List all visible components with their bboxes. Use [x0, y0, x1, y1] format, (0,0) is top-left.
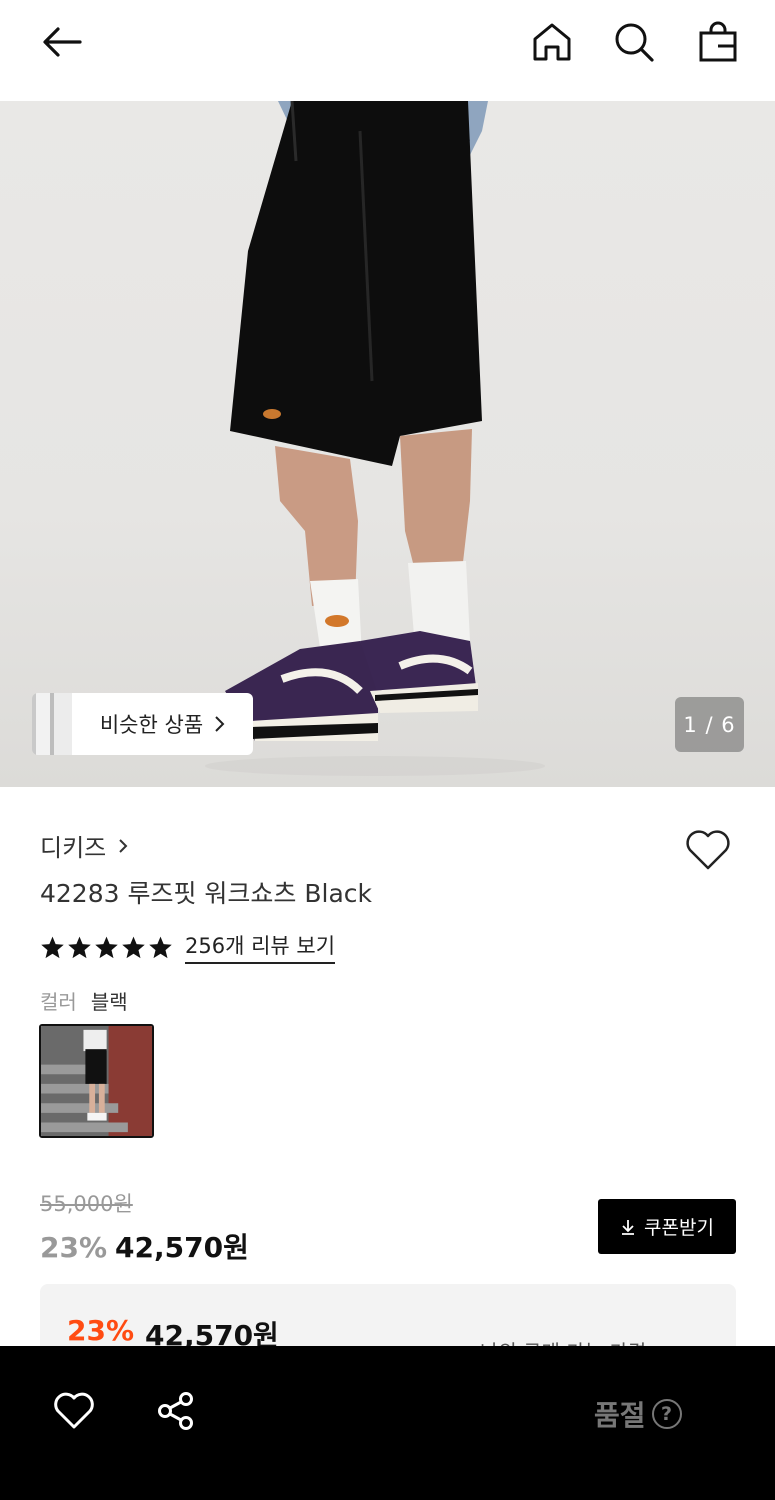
image-counter: 1 / 6	[675, 697, 744, 752]
sold-out-indicator: 품절 ?	[594, 1394, 682, 1434]
product-photo	[205, 101, 545, 776]
brand-name: 디키즈	[40, 834, 107, 862]
chevron-right-icon	[119, 838, 128, 853]
color-swatch-black[interactable]	[39, 1024, 154, 1138]
chevron-right-icon	[215, 716, 225, 732]
my-discount-percent: 23%	[67, 1314, 135, 1347]
similar-products-label: 비슷한 상품	[72, 693, 253, 755]
product-image-carousel[interactable]: 비슷한 상품 1 / 6	[0, 101, 775, 787]
brand-link[interactable]: 디키즈	[40, 828, 128, 863]
star-icon	[149, 936, 172, 958]
color-row: 컬러 블랙	[40, 986, 128, 1015]
color-label: 컬러	[40, 990, 77, 1014]
top-nav-bar	[0, 0, 775, 101]
star-icon	[41, 936, 64, 958]
sale-price: 42,570원	[115, 1231, 249, 1264]
swatch-thumbnail	[41, 1026, 152, 1136]
shopping-bag-icon[interactable]	[696, 20, 740, 64]
coupon-download-button[interactable]: 쿠폰받기	[598, 1199, 736, 1254]
color-value: 블랙	[90, 990, 128, 1014]
download-icon	[622, 1219, 635, 1235]
rating-row: 256개 리뷰 보기	[40, 930, 336, 964]
bottom-action-bar: 품절 ?	[0, 1346, 775, 1500]
similar-products-button[interactable]: 비슷한 상품	[32, 693, 253, 755]
sold-out-label: 품절	[594, 1399, 646, 1432]
help-icon[interactable]: ?	[651, 1399, 682, 1429]
star-icon	[95, 936, 118, 958]
search-icon[interactable]	[612, 20, 656, 64]
original-price: 55,000원	[40, 1192, 133, 1216]
similar-product-thumbnail	[32, 693, 72, 755]
home-icon[interactable]	[530, 20, 574, 64]
discount-percent: 23%	[40, 1231, 108, 1264]
rating-stars	[40, 935, 173, 960]
product-title: 42283 루즈핏 워크쇼츠 Black	[40, 879, 373, 908]
coupon-label: 쿠폰받기	[644, 1217, 714, 1239]
review-link[interactable]: 256개 리뷰 보기	[185, 930, 336, 964]
sale-price-row: 23% 42,570원	[40, 1226, 249, 1266]
share-icon[interactable]	[154, 1389, 198, 1433]
heart-icon[interactable]	[683, 826, 733, 874]
star-icon	[68, 936, 91, 958]
back-arrow-icon[interactable]	[40, 20, 84, 64]
star-icon	[122, 936, 145, 958]
heart-icon[interactable]	[52, 1389, 96, 1433]
